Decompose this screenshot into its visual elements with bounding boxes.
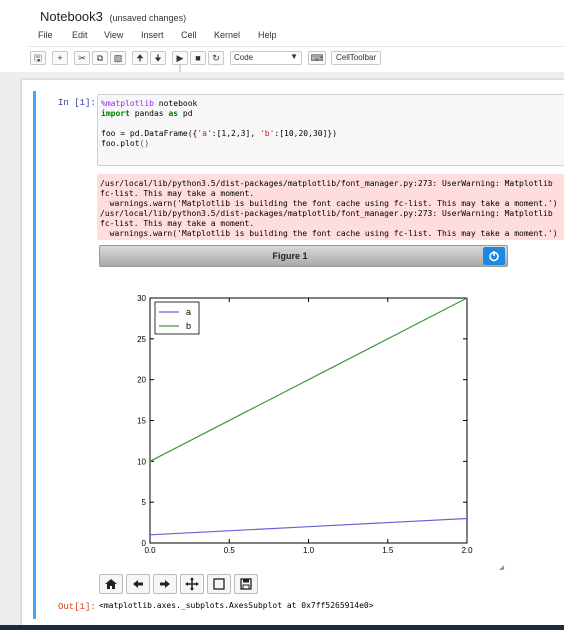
code-line-2: import pandas as pd [101,109,193,118]
stderr-output: /usr/local/lib/python3.5/dist-packages/m… [97,174,564,240]
code-magic: %matplotlib [101,99,154,108]
output-prompt: Out[1]: [58,602,96,612]
keyboard-icon[interactable]: ⌨ [308,51,326,65]
resize-handle-icon[interactable] [499,565,505,571]
output-result: <matplotlib.axes._subplots.AxesSubplot a… [99,601,374,610]
y-tick-label: 30 [137,294,146,303]
stderr-line: /usr/local/lib/python3.5/dist-packages/m… [100,179,553,188]
power-icon [489,251,499,262]
code-token: :[10,20,30]}) [274,129,338,138]
menu-view[interactable]: View [104,30,123,40]
stop-icon[interactable]: ■ [190,51,206,65]
code-line-5: foo.plot() [101,139,149,148]
copy-icon[interactable]: ⧉ [92,51,108,65]
code-paren: () [139,139,150,148]
code-token: notebook [153,99,198,108]
cut-icon[interactable]: ✂ [74,51,90,65]
line-chart: 0.0 0.5 1.0 1.5 2.0 0 5 10 15 20 25 30 ab [137,294,505,571]
restart-icon[interactable]: ↻ [208,51,224,65]
x-tick-label: 0.5 [224,546,236,555]
code-token: pd [178,109,193,118]
cell-type-select[interactable]: Code ▼ [230,51,302,65]
notebook-header: Notebook3 (unsaved changes) File Edit Vi… [0,0,564,75]
forward-icon[interactable] [153,574,177,594]
x-tick-label: 1.5 [382,546,394,555]
code-line-4: foo = pd.DataFrame({'a':[1,2,3], 'b':[10… [101,129,337,138]
back-icon[interactable] [126,574,150,594]
legend-box [154,301,200,335]
notebook-name[interactable]: Notebook3 [40,9,103,24]
y-tick-label: 10 [137,457,146,466]
menu-kernel[interactable]: Kernel [214,30,240,40]
menu-cell[interactable]: Cell [181,30,197,40]
code-keyword: import [101,109,130,118]
step-forward-icon[interactable]: ▶｜ [172,51,188,75]
axes-frame [149,297,468,544]
y-tick-label: 5 [142,498,147,507]
x-tick-label: 0.0 [144,546,156,555]
taskbar-edge [0,625,564,630]
figure-header: Figure 1 [99,245,508,267]
code-token: pandas [129,109,169,118]
code-line-1: %matplotlib notebook [101,99,197,108]
zoom-rect-icon[interactable] [207,574,231,594]
menu-insert[interactable]: Insert [141,30,164,40]
arrow-up-icon[interactable]: 🠉 [132,51,148,65]
notebook-title[interactable]: Notebook3 (unsaved changes) [40,9,186,24]
menu-bar: File Edit View Insert Cell Kernel Help [28,28,564,44]
x-tick-label: 2.0 [461,546,473,555]
input-prompt: In [1]: [58,98,96,108]
celltoolbar-button[interactable]: CellToolbar [331,51,382,65]
stderr-line: warnings.warn('Matplotlib is building th… [100,199,558,208]
y-tick-label: 15 [137,417,146,426]
y-tick-label: 20 [137,376,146,385]
plus-icon[interactable]: + [52,51,68,65]
menu-file[interactable]: File [38,30,53,40]
cell-type-value: Code [234,53,254,62]
paste-icon[interactable]: ▧ [110,51,126,65]
save-status: (unsaved changes) [109,13,187,23]
figure-title: Figure 1 [272,251,308,261]
legend: ab [154,301,200,335]
save-icon[interactable]: 🖫 [30,51,46,65]
code-keyword: as [168,109,179,118]
home-icon[interactable] [99,574,123,594]
stderr-line: warnings.warn('Matplotlib is building th… [100,229,558,238]
code-token: foo = pd.DataFrame({ [101,129,198,138]
figure-close-button[interactable] [483,247,505,265]
x-tick-label: 1.0 [303,546,315,555]
toolbar: 🖫 + ✂ ⧉ ▧ 🠉 🠋 ▶｜ ■ ↻ Code ▼ ⌨ CellToolba… [28,46,564,75]
chevron-down-icon: ▼ [290,52,298,61]
arrow-down-icon[interactable]: 🠋 [150,51,166,65]
pan-icon[interactable] [180,574,204,594]
code-string: 'a' [197,129,212,138]
legend-label: b [186,321,191,331]
save-figure-icon[interactable] [234,574,258,594]
code-editor[interactable]: %matplotlib notebook import pandas as pd… [97,94,564,166]
menu-help[interactable]: Help [258,30,277,40]
code-token: foo.plot [101,139,140,148]
stderr-line: fc-list. This may take a moment. [100,219,255,228]
legend-label: a [186,307,191,317]
stderr-line: /usr/local/lib/python3.5/dist-packages/m… [100,209,553,218]
stderr-line: fc-list. This may take a moment. [100,189,255,198]
code-string: 'b' [259,129,275,138]
code-token: :[1,2,3], [211,129,260,138]
figure-canvas[interactable]: 0.0 0.5 1.0 1.5 2.0 0 5 10 15 20 25 30 ab [99,270,508,571]
menu-edit[interactable]: Edit [72,30,88,40]
y-tick-label: 25 [137,335,146,344]
selected-cell-indicator [33,91,36,619]
y-tick-label: 0 [142,539,147,548]
figure-toolbar [99,572,259,596]
